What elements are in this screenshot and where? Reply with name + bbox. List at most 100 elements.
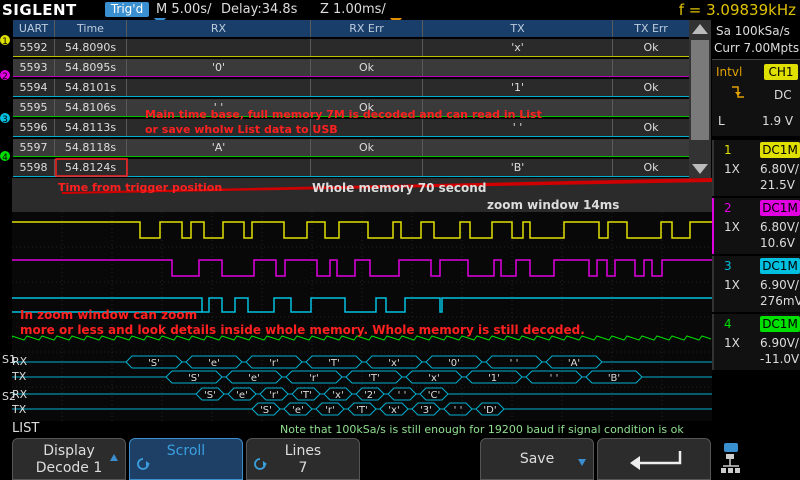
svg-text:4: 4 [2, 153, 8, 163]
channel-probe: 1X [724, 220, 740, 234]
list-cell-rx: '0' [127, 59, 311, 76]
bus2-rx-label: RX [12, 388, 28, 401]
channel-offset: 276mV [760, 294, 800, 308]
bus2-tx-byte: 'e' [292, 405, 304, 416]
down-arrow-icon [578, 459, 586, 466]
bus2-tx-byte: 'D' [483, 405, 496, 416]
svg-text:2: 2 [2, 72, 8, 82]
channel-3-info[interactable]: 3 DC1M 1X 6.90V/276mV [712, 256, 800, 312]
list-row[interactable]: 5596 54.8113s ' ' Ok [13, 119, 689, 137]
rotate-knob-icon [137, 458, 150, 470]
list-cell-tx-err: Ok [643, 81, 659, 94]
list-cell-rx [127, 39, 311, 56]
bus2-tx-label: TX [12, 403, 27, 416]
bus2-rx-byte: 'r' [269, 390, 279, 401]
list-cell-id: 5594 [13, 79, 55, 96]
annotation-trigger-note: Time from trigger position [58, 181, 223, 194]
list-row[interactable]: 5594 54.8101s '1' Ok [13, 79, 689, 97]
col-header-rx: RX [127, 20, 311, 37]
bus2-rx-byte: ' ' [398, 390, 407, 401]
list-cell-rx-err: Ok [311, 59, 423, 76]
scroll-button[interactable]: Scroll [129, 438, 243, 480]
channel-4-info[interactable]: 4 DC1M 1X 6.90V/ -11.0V [712, 314, 800, 370]
channel-1-info[interactable]: 1 DC1M 1X 6.80V/21.5V [712, 140, 800, 196]
annotation-main-note-1: Main time base, full memory 7M is decode… [145, 108, 542, 121]
return-arrow-icon [630, 451, 682, 470]
list-cell-rx [127, 79, 311, 96]
bottom-note: Note that 100kSa/s is still enough for 1… [280, 423, 684, 436]
scroll-down-arrow-icon[interactable] [691, 162, 709, 176]
bus1-tx-byte: 'e' [248, 373, 260, 384]
list-cell-id: 5593 [13, 59, 55, 76]
return-button[interactable] [597, 438, 711, 480]
bus1-rx-byte: 'A' [568, 358, 580, 369]
zoom-timebase-readout[interactable]: Z 1.00ms/ [320, 0, 386, 20]
list-cell-time: 54.8106s [55, 99, 127, 116]
channel-offset: -11.0V [760, 352, 800, 366]
list-row[interactable]: 5593 54.8095s '0' Ok [13, 59, 689, 77]
sample-rate-readout: Sa 100kSa/s [716, 24, 790, 38]
trigger-coupling: DC [774, 88, 792, 102]
frequency-counter: f = 3.09839kHz [678, 1, 796, 19]
channel-number: 1 [724, 143, 732, 157]
list-cell-rx-err: Ok [311, 139, 423, 156]
bus2-rx-byte: '2' [364, 390, 376, 401]
scroll-up-arrow-icon[interactable] [691, 22, 709, 36]
list-cell-rx: 'A' [127, 139, 311, 156]
bus1-tx-byte: ' ' [550, 373, 559, 384]
bus1-tx-byte: 'B' [608, 373, 620, 384]
channel-probe: 1X [724, 162, 740, 176]
list-channel-markers: 1 2 3 4 [0, 35, 10, 163]
col-header-uart: UART [13, 20, 55, 37]
time-highlight-box [55, 158, 128, 177]
annotation-zoom-note-1: In zoom window can zoom [20, 308, 198, 322]
channel-coupling: DC1M [760, 200, 800, 216]
list-cell-id: 5592 [13, 39, 55, 56]
list-scrollbar-thumb[interactable] [691, 40, 709, 140]
trigger-status-badge: Trig'd [105, 2, 149, 17]
channel-coupling: DC1M [760, 316, 800, 332]
annotation-zoom-note-2: more or less and look details inside who… [20, 323, 585, 337]
memory-depth-readout: Curr 7.00Mpts [714, 41, 800, 55]
list-cell-rx-err [311, 159, 423, 176]
col-header-time: Time [55, 20, 127, 37]
channel-offset: 21.5V [760, 178, 795, 192]
col-header-tx: TX [423, 20, 613, 37]
list-cell-tx [423, 59, 613, 76]
bus2-tx-byte: 'x' [388, 405, 399, 416]
save-button[interactable]: Save [480, 438, 594, 480]
bus2-rx-byte: 'x' [332, 390, 343, 401]
display-decode-button[interactable]: Display Decode 1 [12, 438, 126, 480]
trigger-source-badge: CH1 [764, 64, 798, 80]
channel-coupling: DC1M [760, 258, 800, 274]
list-cell-tx [423, 139, 613, 156]
list-header-row: UART Time RX RX Err TX TX Err [13, 20, 689, 37]
list-cell-id: 5597 [13, 139, 55, 156]
list-cell-tx: '1' [423, 79, 613, 96]
annotation-memory-note: Whole memory 70 second [312, 181, 487, 195]
bus1-rx-label: RX [12, 355, 28, 368]
list-cell-rx-err [311, 79, 423, 96]
bus1-tx-byte: 'x' [428, 373, 439, 384]
bus1-tx-label: TX [12, 370, 27, 383]
decode-list-table[interactable]: UART Time RX RX Err TX TX Err 5592 54.809… [13, 20, 689, 178]
list-row[interactable]: 5592 54.8090s 'x' Ok [13, 39, 689, 57]
list-cell-time: 54.8118s [55, 139, 127, 156]
annotation-main-note-2: or save wholw List data to USB [145, 123, 338, 136]
bus2-tx-byte: '3' [420, 405, 432, 416]
bus1-rx-byte: 'T' [328, 358, 340, 369]
bus2-rx-byte: 'e' [236, 390, 248, 401]
channel-scale: 6.80V/ [760, 162, 799, 176]
col-header-rx-err: RX Err [311, 20, 423, 37]
channel-probe: 1X [724, 278, 740, 292]
channel-2-info[interactable]: 2 DC1M 1X 6.80V/10.6V [712, 198, 800, 254]
lines-button[interactable]: Lines 7 [246, 438, 360, 480]
waveform-display-area[interactable]: 'S' 'e' 'r' 'T' 'x' '0' ' ' 'A' 'S' 'e' 'r' 'T' 'x' '… [11, 178, 712, 421]
timebase-readout[interactable]: M 5.00s/ [156, 0, 211, 20]
bus2-rx-byte: 'C' [428, 390, 440, 401]
list-cell-rx [127, 159, 311, 176]
channel-scale: 6.90V/ [760, 336, 799, 350]
delay-readout[interactable]: Delay:34.8s [221, 0, 297, 20]
list-row[interactable]: 5597 54.8118s 'A' Ok [13, 139, 689, 157]
svg-text:3: 3 [2, 115, 8, 125]
